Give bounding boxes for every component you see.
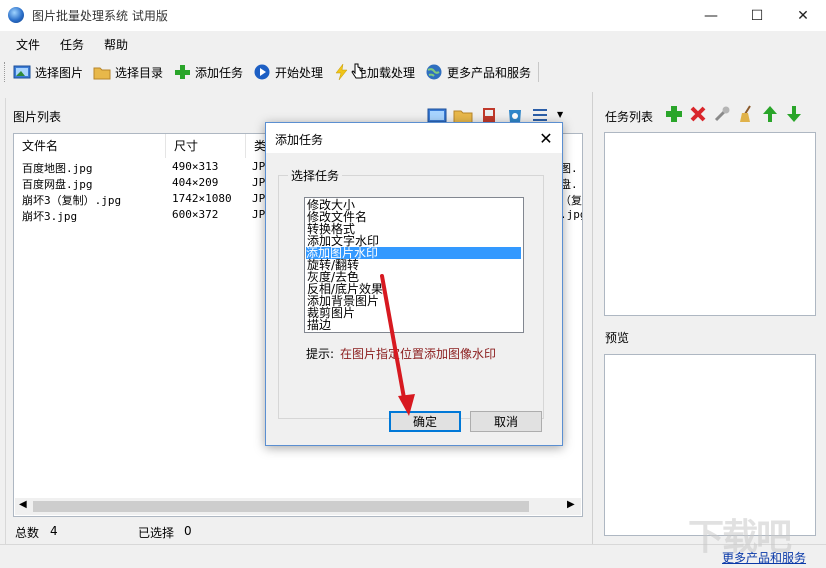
row-size: 490×313 xyxy=(172,160,219,173)
panel-divider xyxy=(592,92,593,544)
add-task-button[interactable]: 添加任务 xyxy=(173,61,243,83)
add-task-dialog: 添加任务 ✕ 选择任务 修改大小 修改文件名 转换格式 添加文字水印 添加图片水… xyxy=(265,122,563,446)
column-header-name[interactable]: 文件名 xyxy=(14,134,166,158)
column-header-size[interactable]: 尺寸 xyxy=(166,134,246,158)
delete-icon[interactable] xyxy=(688,104,708,124)
select-image-label: 选择图片 xyxy=(35,65,84,80)
window-title: 图片批量处理系统 试用版 xyxy=(32,9,168,23)
ok-button[interactable]: 确定 xyxy=(389,411,461,432)
arrow-up-icon[interactable] xyxy=(760,104,780,124)
image-icon xyxy=(13,65,31,79)
row-name: 崩坏3（复制）.jpg xyxy=(22,194,122,207)
row-size: 600×372 xyxy=(172,208,219,221)
dialog-close-button[interactable]: ✕ xyxy=(532,125,560,151)
row-name: 崩坏3.jpg xyxy=(22,210,78,223)
total-value: 4 xyxy=(50,524,58,538)
row-fragment: .jpg xyxy=(560,208,582,221)
preview-label: 预览 xyxy=(605,331,630,345)
plus-icon xyxy=(175,65,190,79)
more-products-label: 更多产品和服务 xyxy=(447,65,532,80)
row-size: 404×209 xyxy=(172,176,219,189)
folder-icon xyxy=(93,67,111,80)
app-icon xyxy=(8,7,24,23)
mouse-cursor-icon xyxy=(351,63,363,79)
more-products-link[interactable]: 更多产品和服务 xyxy=(722,549,806,566)
dialog-title: 添加任务 xyxy=(275,133,324,147)
close-icon: ✕ xyxy=(539,128,553,148)
menu-help[interactable]: 帮助 xyxy=(104,36,128,53)
start-process-label: 开始处理 xyxy=(275,65,324,80)
close-button[interactable]: ✕ xyxy=(780,0,826,31)
select-image-button[interactable]: 选择图片 xyxy=(13,61,83,83)
hint-text: 在图片指定位置添加图像水印 xyxy=(340,347,497,361)
plus-icon[interactable] xyxy=(664,104,684,124)
row-type: JP xyxy=(252,192,266,205)
maximize-button[interactable]: ☐ xyxy=(734,0,780,31)
image-list-label: 图片列表 xyxy=(13,110,62,124)
cancel-button[interactable]: 取消 xyxy=(470,411,542,432)
select-folder-label: 选择目录 xyxy=(115,65,164,80)
row-type: JP xyxy=(252,176,266,189)
more-products-button[interactable]: 更多产品和服务 xyxy=(425,61,531,83)
menu-task[interactable]: 任务 xyxy=(60,36,84,53)
list-item[interactable]: 描边 xyxy=(307,319,331,331)
select-folder-button[interactable]: 选择目录 xyxy=(93,61,163,83)
play-icon xyxy=(254,64,270,80)
row-type: JP xyxy=(252,160,266,173)
task-list[interactable] xyxy=(604,132,816,316)
left-panel-border xyxy=(5,98,6,544)
task-toolbar xyxy=(664,104,804,124)
no-load-process-label: 免加载处理 xyxy=(355,65,416,80)
arrow-down-icon[interactable] xyxy=(784,104,804,124)
minimize-button[interactable]: — xyxy=(688,0,734,31)
menu-file[interactable]: 文件 xyxy=(16,36,40,53)
toolbar-grip xyxy=(4,62,7,82)
selected-value: 0 xyxy=(184,524,192,538)
task-listbox[interactable]: 修改大小 修改文件名 转换格式 添加文字水印 添加图片水印 旋转/翻转 灰度/去… xyxy=(304,197,524,333)
broom-icon[interactable] xyxy=(736,104,756,124)
add-task-label: 添加任务 xyxy=(195,65,244,80)
group-label: 选择任务 xyxy=(288,167,343,184)
row-fragment: （复 xyxy=(560,194,582,207)
wrench-icon[interactable] xyxy=(712,104,732,124)
scroll-left-icon[interactable]: ◀ xyxy=(19,499,27,510)
row-size: 1742×1080 xyxy=(172,192,232,205)
lightning-icon xyxy=(335,64,348,80)
scroll-right-icon[interactable]: ▶ xyxy=(567,499,575,510)
horizontal-scrollbar[interactable]: ◀ ▶ xyxy=(15,498,581,515)
globe-icon xyxy=(426,64,442,80)
toolbar-divider xyxy=(538,62,539,82)
no-load-process-button[interactable]: 免加载处理 xyxy=(333,61,415,83)
task-list-label: 任务列表 xyxy=(605,110,654,124)
row-name: 百度地图.jpg xyxy=(22,162,93,175)
total-label: 总数 xyxy=(15,526,40,540)
row-type: JP xyxy=(252,208,266,221)
row-name: 百度网盘.jpg xyxy=(22,178,93,191)
scrollbar-thumb[interactable] xyxy=(33,501,529,512)
selected-label: 已选择 xyxy=(138,526,175,540)
hint-label: 提示: xyxy=(306,347,335,361)
start-process-button[interactable]: 开始处理 xyxy=(253,61,323,83)
